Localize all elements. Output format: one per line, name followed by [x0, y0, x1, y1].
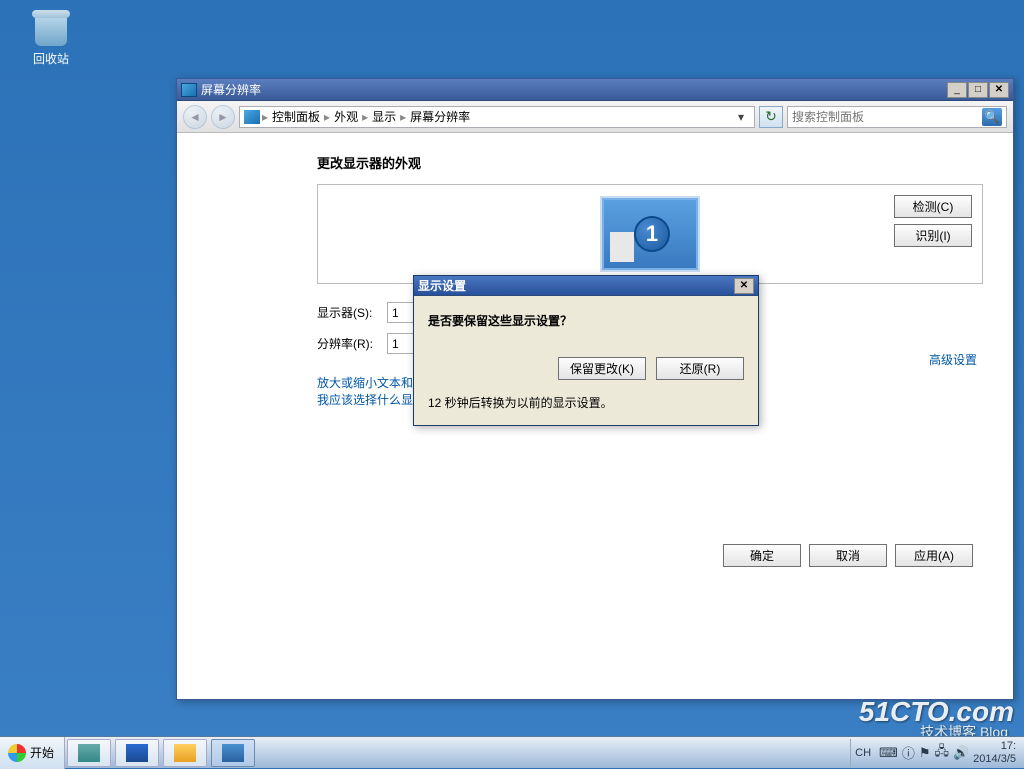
- taskbar-explorer[interactable]: [163, 739, 207, 767]
- dialog-question: 是否要保留这些显示设置？: [428, 312, 744, 329]
- close-button[interactable]: ✕: [989, 82, 1009, 98]
- recycle-bin-icon: [31, 6, 71, 46]
- taskbar-server-manager[interactable]: [67, 739, 111, 767]
- folder-icon: [174, 744, 196, 762]
- taskbar-display-settings[interactable]: [211, 739, 255, 767]
- tray-volume-icon[interactable]: 🔊: [953, 745, 969, 761]
- page-heading: 更改显示器的外观: [317, 153, 983, 172]
- advanced-settings-link[interactable]: 高级设置: [929, 351, 977, 368]
- breadcrumb-dropdown[interactable]: ▾: [732, 110, 750, 124]
- keep-settings-dialog: 显示设置 ✕ 是否要保留这些显示设置？ 保留更改(K) 还原(R) 12 秒钟后…: [413, 275, 759, 426]
- refresh-button[interactable]: ↻: [759, 106, 783, 128]
- taskbar: 开始 CH ⌨ ⓘ ⚑ 🖧 🔊 17: 2014/3/5: [0, 736, 1024, 768]
- display-label: 显示器(S):: [317, 304, 387, 321]
- resolution-label: 分辨率(R):: [317, 335, 387, 352]
- dialog-countdown: 12 秒钟后转换为以前的显示设置。: [428, 394, 744, 411]
- search-input[interactable]: [792, 110, 982, 124]
- tray-network-icon[interactable]: 🖧: [934, 742, 949, 764]
- recycle-bin[interactable]: 回收站: [16, 6, 86, 67]
- monitor-1-preview[interactable]: 1: [602, 198, 698, 270]
- breadcrumb-appearance[interactable]: 外观: [330, 108, 362, 125]
- dialog-close-button[interactable]: ✕: [734, 278, 754, 294]
- tray-help-icon[interactable]: ⓘ: [902, 743, 915, 762]
- display-icon: [222, 744, 244, 762]
- tray-keyboard-icon[interactable]: ⌨: [879, 745, 898, 761]
- minimize-button[interactable]: _: [947, 82, 967, 98]
- monitor-number: 1: [634, 216, 670, 252]
- search-box[interactable]: 🔍: [787, 106, 1007, 128]
- nav-toolbar: ◄ ► ▸ 控制面板 ▸ 外观 ▸ 显示 ▸ 屏幕分辨率 ▾ ↻ 🔍: [177, 101, 1013, 133]
- server-manager-icon: [78, 744, 100, 762]
- dialog-titlebar[interactable]: 显示设置 ✕: [414, 276, 758, 296]
- forward-button[interactable]: ►: [211, 105, 235, 129]
- clock-date: 2014/3/5: [973, 753, 1016, 766]
- clock-time: 17:: [973, 740, 1016, 753]
- identify-button[interactable]: 识别(I): [894, 224, 972, 247]
- breadcrumb-control-panel[interactable]: 控制面板: [268, 108, 324, 125]
- text-size-link[interactable]: 放大或缩小文本和: [317, 376, 413, 390]
- maximize-button[interactable]: □: [968, 82, 988, 98]
- detect-button[interactable]: 检测(C): [894, 195, 972, 218]
- windows-logo-icon: [8, 744, 26, 762]
- monitor-preview-box: 1 检测(C) 识别(I): [317, 184, 983, 284]
- breadcrumb-display[interactable]: 显示: [368, 108, 400, 125]
- apply-button[interactable]: 应用(A): [895, 544, 973, 567]
- back-button[interactable]: ◄: [183, 105, 207, 129]
- start-button[interactable]: 开始: [0, 737, 65, 769]
- revert-button[interactable]: 还原(R): [656, 357, 744, 380]
- window-titlebar[interactable]: 屏幕分辨率 _ □ ✕: [177, 79, 1013, 101]
- tray-flag-icon[interactable]: ⚑: [919, 745, 931, 761]
- taskbar-powershell[interactable]: [115, 739, 159, 767]
- language-indicator[interactable]: CH: [850, 739, 875, 767]
- breadcrumb[interactable]: ▸ 控制面板 ▸ 外观 ▸ 显示 ▸ 屏幕分辨率 ▾: [239, 106, 755, 128]
- start-label: 开始: [30, 744, 54, 761]
- search-icon[interactable]: 🔍: [982, 108, 1002, 126]
- control-panel-icon: [244, 110, 260, 124]
- powershell-icon: [126, 744, 148, 762]
- app-icon: [181, 83, 197, 97]
- ok-button[interactable]: 确定: [723, 544, 801, 567]
- recycle-bin-label: 回收站: [16, 50, 86, 67]
- clock[interactable]: 17: 2014/3/5: [973, 740, 1016, 766]
- system-tray: CH ⌨ ⓘ ⚑ 🖧 🔊 17: 2014/3/5: [850, 739, 1024, 767]
- cancel-button[interactable]: 取消: [809, 544, 887, 567]
- keep-changes-button[interactable]: 保留更改(K): [558, 357, 646, 380]
- window-title: 屏幕分辨率: [201, 81, 261, 98]
- dialog-title: 显示设置: [418, 277, 466, 294]
- breadcrumb-resolution[interactable]: 屏幕分辨率: [406, 108, 474, 125]
